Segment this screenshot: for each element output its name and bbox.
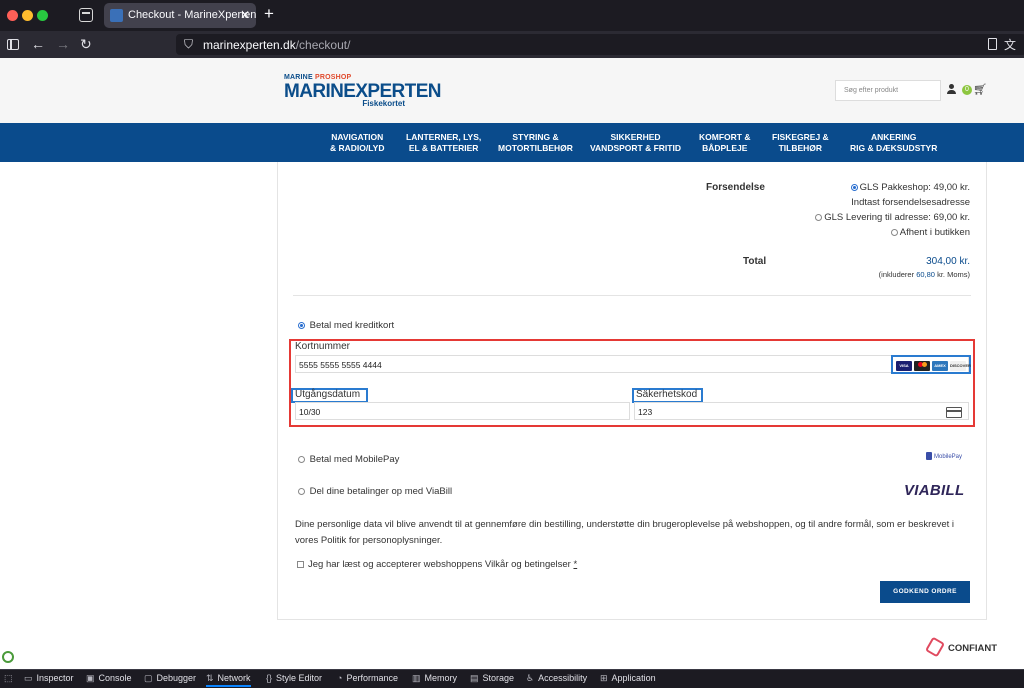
tab-title: Checkout - MarineXperten bbox=[128, 9, 257, 21]
payment-option-viabill[interactable]: Del dine betalinger op med ViaBill bbox=[298, 486, 452, 497]
confiant-logo: CONFIANT bbox=[924, 636, 997, 658]
url-text[interactable]: marinexperten.dk/checkout/ bbox=[203, 38, 350, 52]
visa-icon: VISA bbox=[896, 361, 912, 371]
reader-view-icon[interactable] bbox=[988, 38, 997, 50]
discover-icon: DISCOVER bbox=[950, 361, 971, 371]
user-icon[interactable] bbox=[947, 84, 956, 94]
viabill-logo: VIABILL bbox=[904, 482, 965, 499]
devtools-tab-network[interactable]: ⇅ Network bbox=[206, 673, 251, 687]
maximize-window-button[interactable] bbox=[37, 10, 48, 21]
amex-icon: AMEX bbox=[932, 361, 948, 371]
radio-afhent[interactable] bbox=[890, 229, 898, 236]
back-arrow-icon[interactable]: ← bbox=[31, 37, 45, 51]
devtools-tab-accessibility[interactable]: ♿︎ Accessibility bbox=[526, 673, 587, 684]
shipping-option-afhent[interactable]: Afhent i butikken bbox=[890, 227, 970, 238]
reload-icon[interactable]: ↻ bbox=[80, 37, 92, 51]
browser-toolbar: ← → ↻ ⛉ marinexperten.dk/checkout/ 文 bbox=[0, 31, 1024, 58]
checkout-card: Forsendelse GLS Pakkeshop: 49,00 kr. Ind… bbox=[277, 162, 987, 620]
shipping-label: Forsendelse bbox=[706, 182, 765, 193]
browser-tab-bar: Checkout - MarineXperten ✕ + bbox=[0, 0, 1024, 31]
devtools-tab-memory[interactable]: ▥ Memory bbox=[412, 673, 457, 684]
address-bar[interactable]: ⛉ marinexperten.dk/checkout/ 文 bbox=[176, 34, 1024, 55]
cart-count-badge: 0 bbox=[962, 85, 972, 95]
nav-item-komfort[interactable]: KOMFORT & BÅDPLEJE bbox=[699, 132, 750, 154]
shipping-option-levering[interactable]: GLS Levering til adresse: 69,00 kr. bbox=[815, 212, 970, 223]
devtools-tab-debugger[interactable]: ▢ Debugger bbox=[144, 673, 196, 684]
approve-order-button[interactable]: GODKEND ORDRE bbox=[880, 581, 970, 603]
terms-checkbox-row[interactable]: Jeg har læst og accepterer webshoppens V… bbox=[297, 559, 577, 570]
radio-pakkeshop[interactable] bbox=[850, 184, 858, 191]
shipping-address-note[interactable]: Indtast forsendelsesadresse bbox=[851, 197, 970, 208]
payment-option-creditcard[interactable]: Betal med kreditkort bbox=[298, 320, 394, 331]
shipping-option-pakkeshop[interactable]: GLS Pakkeshop: 49,00 kr. bbox=[850, 182, 970, 193]
cart-icon[interactable]: 🛒︎ bbox=[973, 83, 987, 96]
nav-item-navigation[interactable]: NAVIGATION & RADIO/LYD bbox=[330, 132, 384, 154]
main-navigation: NAVIGATION & RADIO/LYD LANTERNER, LYS, E… bbox=[0, 123, 1024, 162]
sidebar-toggle-icon[interactable] bbox=[7, 39, 19, 50]
radio-viabill[interactable] bbox=[298, 488, 305, 495]
translate-icon[interactable]: 文 bbox=[1004, 36, 1016, 53]
tab-manager-icon[interactable] bbox=[79, 8, 93, 22]
vat-note: (inkluderer 60,80 kr. Moms) bbox=[878, 270, 970, 279]
terms-checkbox[interactable] bbox=[297, 561, 304, 568]
minimize-window-button[interactable] bbox=[22, 10, 33, 21]
devtools-toolbar: ⬚ ▭ Inspector ▣ Console ▢ Debugger ⇅ Network… bbox=[0, 669, 1024, 688]
browser-tab-checkout[interactable]: Checkout - MarineXperten ✕ bbox=[104, 3, 256, 28]
new-tab-button[interactable]: + bbox=[264, 5, 274, 23]
web-page: MARINE PROSHOP MARINEXPERTEN Fiskekortet… bbox=[0, 58, 1024, 669]
confiant-hex-icon bbox=[924, 636, 946, 658]
forward-arrow-icon[interactable]: → bbox=[56, 37, 70, 51]
devtools-tab-application[interactable]: ⊞ Application bbox=[600, 673, 656, 684]
radio-levering[interactable] bbox=[815, 214, 823, 221]
cvc-label: Säkerhetskod bbox=[636, 389, 698, 400]
expiry-input[interactable]: 10/30 bbox=[295, 402, 630, 420]
payment-option-mobilepay[interactable]: Betal med MobilePay bbox=[298, 454, 399, 465]
devtools-tab-performance[interactable]: ◔ Performance bbox=[337, 673, 398, 683]
mobilepay-logo: MobilePay bbox=[926, 452, 962, 460]
search-input[interactable]: Søg efter produkt bbox=[835, 80, 941, 101]
pick-element-icon[interactable]: ⬚ bbox=[4, 673, 17, 684]
cvc-card-icon bbox=[946, 407, 962, 418]
devtools-tab-inspector[interactable]: ▭ Inspector bbox=[24, 673, 74, 684]
card-logos: VISA AMEX DISCOVER bbox=[893, 358, 972, 374]
radio-creditcard[interactable] bbox=[298, 322, 305, 329]
card-number-label: Kortnummer bbox=[295, 341, 351, 352]
mastercard-icon bbox=[914, 361, 930, 371]
favicon-icon bbox=[110, 9, 123, 22]
devtools-tab-style-editor[interactable]: {} Style Editor bbox=[266, 673, 322, 683]
nav-item-fiskegrej[interactable]: FISKEGREJ & TILBEHØR bbox=[772, 132, 829, 154]
close-tab-icon[interactable]: ✕ bbox=[240, 8, 250, 22]
divider bbox=[293, 295, 971, 296]
devtools-tab-console[interactable]: ▣ Console bbox=[86, 673, 132, 684]
nav-item-lanterner[interactable]: LANTERNER, LYS, EL & BATTERIER bbox=[406, 132, 481, 154]
nav-item-sikkerhed[interactable]: SIKKERHED VANDSPORT & FRITID bbox=[590, 132, 681, 154]
site-header: MARINE PROSHOP MARINEXPERTEN Fiskekortet… bbox=[0, 58, 1024, 123]
devtools-tab-storage[interactable]: ▤ Storage bbox=[470, 673, 514, 684]
shield-icon[interactable]: ⛉ bbox=[184, 37, 193, 52]
nav-item-styring[interactable]: STYRING & MOTORTILBEHØR bbox=[498, 132, 573, 154]
privacy-text: Dine personlige data vil blive anvendt t… bbox=[295, 519, 955, 546]
expiry-label: Utgångsdatum bbox=[295, 389, 361, 400]
close-window-button[interactable] bbox=[7, 10, 18, 21]
cvc-input[interactable]: 123 bbox=[634, 402, 969, 420]
total-label: Total bbox=[743, 256, 767, 267]
extension-badge-icon[interactable] bbox=[2, 651, 14, 663]
nav-item-ankering[interactable]: ANKERING RIG & DÆKSUDSTYR bbox=[850, 132, 937, 154]
total-value: 304,00 kr. bbox=[926, 256, 970, 267]
card-number-input[interactable]: 5555 5555 5555 4444 bbox=[295, 355, 969, 373]
radio-mobilepay[interactable] bbox=[298, 456, 305, 463]
site-logo[interactable]: MARINE PROSHOP MARINEXPERTEN Fiskekortet bbox=[284, 74, 441, 110]
